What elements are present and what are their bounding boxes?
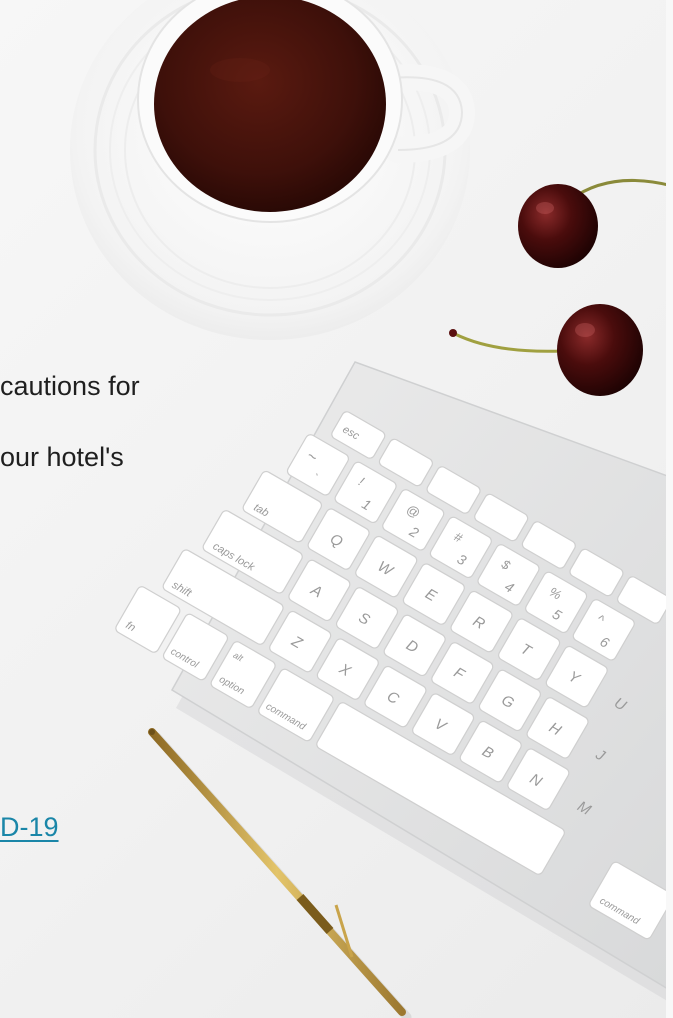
cherry bbox=[449, 304, 643, 396]
hero-photo: esc ~ ` ! 1 @ 2 # 3 $ 4 % 5 ^ 6 tab Q W … bbox=[70, 0, 673, 1018]
page-edge bbox=[666, 0, 673, 1018]
coffee-cup bbox=[70, 0, 476, 340]
cherry bbox=[518, 178, 673, 268]
keyboard: esc ~ ` ! 1 @ 2 # 3 $ 4 % 5 ^ 6 tab Q W … bbox=[115, 361, 673, 1005]
covid-19-link[interactable]: D-19 bbox=[0, 810, 59, 844]
page: esc ~ ` ! 1 @ 2 # 3 $ 4 % 5 ^ 6 tab Q W … bbox=[0, 0, 673, 1018]
